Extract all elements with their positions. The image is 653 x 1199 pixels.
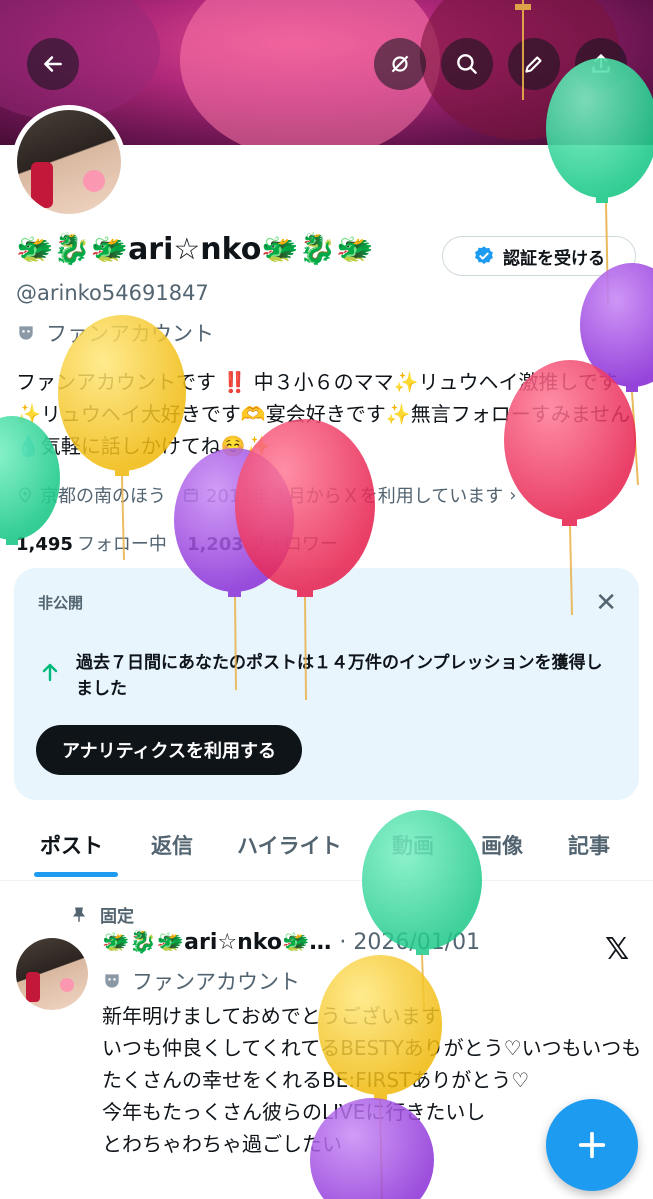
search-button[interactable]: [441, 38, 493, 90]
share-icon: [592, 54, 610, 73]
avatar-image: [17, 110, 121, 214]
edit-icon: [525, 56, 542, 73]
post-date[interactable]: · 2026/01/01: [339, 930, 480, 955]
no-grok-icon: [391, 55, 409, 73]
no-grok-button[interactable]: [374, 38, 426, 90]
calendar-icon: [184, 488, 198, 502]
profile-name: 🐲🐉🐲 ari☆nko 🐲🐉🐲: [16, 232, 373, 267]
joined-item[interactable]: 2011年３月からＸを利用しています ›: [182, 482, 516, 508]
get-verified-label: 認証を受ける: [503, 248, 605, 269]
arrow-left-icon: [44, 56, 62, 72]
following-count: 1,495: [16, 534, 73, 555]
post-account-type: ファンアカウント: [102, 966, 300, 996]
close-icon[interactable]: ✕: [595, 588, 617, 618]
active-tab-indicator: [34, 872, 118, 877]
profile-tabs: ポスト 返信 ハイライト 動画 画像 記事: [0, 814, 653, 881]
tab-posts[interactable]: ポスト: [40, 830, 103, 860]
plus-icon: [578, 1131, 606, 1159]
share-button[interactable]: [575, 38, 627, 90]
followers-count: 1,203: [186, 534, 244, 555]
compose-button[interactable]: [546, 1099, 638, 1191]
account-type-row: ファンアカウント: [16, 318, 214, 348]
following-label: フォロー中: [76, 534, 167, 555]
post-header: 🐲🐉🐲ari☆nko🐲… · 2026/01/01: [102, 930, 480, 955]
x-logo-icon: 𝕏: [605, 932, 630, 967]
post-account-type-label: ファンアカウント: [132, 970, 300, 994]
analytics-card: 非公開 ✕ 過去７日間にあなたのポストは１４万件のインプレッションを獲得しました…: [14, 568, 639, 800]
tab-articles[interactable]: 記事: [568, 830, 610, 860]
post-author-name[interactable]: 🐲🐉🐲ari☆nko🐲…: [102, 930, 331, 955]
account-type-label: ファンアカウント: [46, 322, 214, 346]
verified-badge-icon: [475, 246, 493, 264]
analytics-button[interactable]: アナリティクスを利用する: [36, 725, 303, 775]
name-emoji-suffix: 🐲🐉🐲: [261, 232, 374, 267]
pinned-indicator: 固定: [70, 902, 134, 927]
get-verified-button[interactable]: 認証を受ける: [442, 236, 636, 276]
post-avatar[interactable]: [16, 938, 88, 1010]
location-item: 京都の南のほう: [16, 482, 166, 508]
following-link[interactable]: 1,495 フォロー中: [16, 530, 167, 556]
followers-label: フォロワー: [247, 534, 338, 555]
private-label: 非公開: [38, 594, 84, 612]
profile-avatar[interactable]: [12, 105, 126, 219]
name-core: ari☆nko: [128, 232, 262, 267]
profile-handle: @arinko54691847: [16, 281, 209, 305]
arrow-up-icon: [42, 663, 58, 682]
masks-icon: [105, 974, 119, 988]
joined-text: 2011年３月からＸを利用しています: [206, 486, 504, 507]
location-text: 京都の南のほう: [40, 486, 166, 507]
pin-icon: [73, 907, 85, 922]
profile-meta: 京都の南のほう 2011年３月からＸを利用しています ›: [16, 482, 516, 508]
name-emoji-prefix: 🐲🐉🐲: [16, 232, 129, 267]
back-button[interactable]: [27, 38, 79, 90]
tab-videos[interactable]: 動画: [392, 830, 434, 860]
impressions-message: 過去７日間にあなたのポストは１４万件のインプレッションを獲得しました: [76, 653, 603, 699]
tab-photos[interactable]: 画像: [481, 830, 523, 860]
chevron-right-icon: ›: [509, 484, 517, 506]
location-pin-icon: [18, 487, 32, 503]
edit-button[interactable]: [508, 38, 560, 90]
masks-icon: [19, 326, 33, 340]
tab-highlights[interactable]: ハイライト: [237, 830, 342, 860]
profile-bio: ファンアカウントです ‼️ 中３小６のママ✨リュウヘイ激推しです✨リュウヘイ大好…: [16, 370, 631, 458]
search-icon: [457, 54, 477, 74]
followers-link[interactable]: 1,203 フォロワー: [187, 530, 338, 556]
pinned-label: 固定: [100, 907, 134, 927]
tab-replies[interactable]: 返信: [151, 830, 193, 860]
follow-stats: 1,495 フォロー中 1,203 フォロワー: [16, 530, 338, 556]
